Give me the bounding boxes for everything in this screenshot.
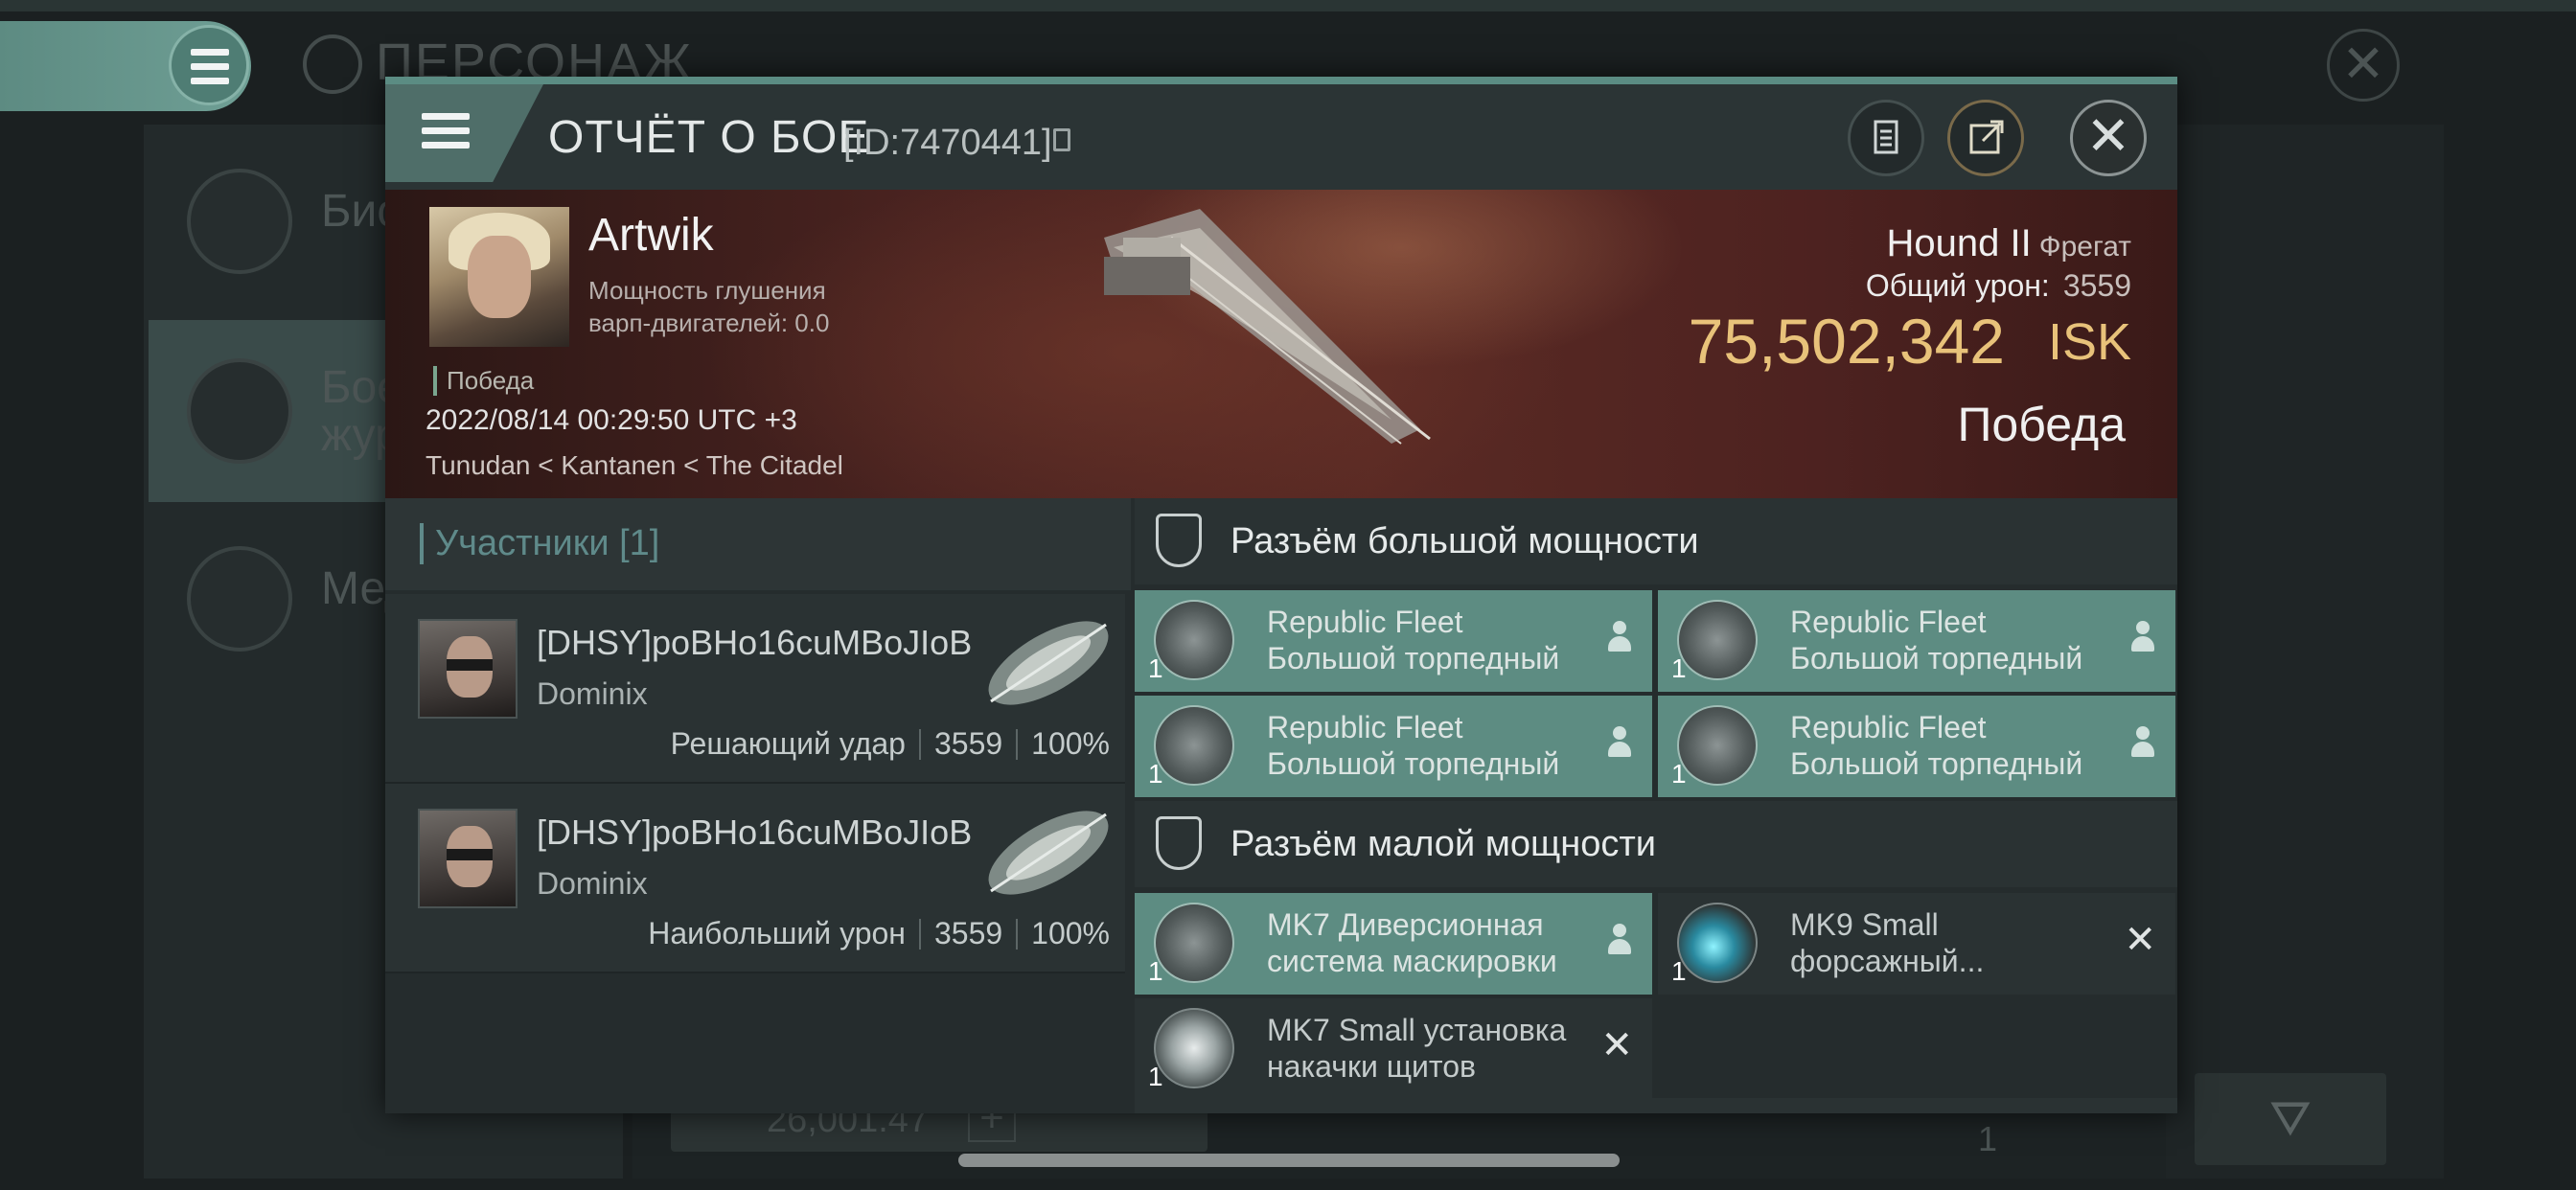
module-item[interactable]: 1 MK9 Small форсажный... ✕ xyxy=(1658,893,2175,995)
isk-value: 75,502,342 xyxy=(1688,306,2005,377)
list-icon xyxy=(187,169,292,274)
participants-panel: Участники [1] [DHSY]poBHo16cuMBoJIoB Dom… xyxy=(385,498,1131,1113)
participant-avatar[interactable] xyxy=(418,809,518,908)
share-icon xyxy=(1969,120,2004,154)
person-icon xyxy=(2131,726,2154,761)
cloaking-device-icon xyxy=(1154,903,1234,983)
shield-booster-icon xyxy=(1154,1008,1234,1088)
ship-name[interactable]: Hound II Фрегат xyxy=(1887,222,2131,265)
dialog-menu-button[interactable] xyxy=(385,84,543,182)
participant-name: [DHSY]poBHo16cuMBoJIoB xyxy=(537,812,973,852)
victim-avatar[interactable] xyxy=(429,207,569,347)
participant-stats: Решающий удар 3559 100% xyxy=(670,726,1110,761)
total-damage: Общий урон: 3559 xyxy=(1865,268,2131,303)
participant-name: [DHSY]poBHo16cuMBoJIoB xyxy=(537,623,973,662)
close-button[interactable]: ✕ xyxy=(2070,100,2147,176)
participant-row[interactable]: [DHSY]poBHo16cuMBoJIoB Dominix Наибольши… xyxy=(385,784,1125,973)
high-slots-header: Разъём большой мощности xyxy=(1135,498,2177,584)
participant-ship: Dominix xyxy=(537,676,648,711)
participant-ship-image xyxy=(988,811,1109,895)
module-item[interactable]: 1 Republic Fleet Большой торпедный ... xyxy=(1658,590,2175,712)
afterburner-icon xyxy=(1677,903,1758,983)
person-icon xyxy=(2131,621,2154,655)
participant-row[interactable]: [DHSY]poBHo16cuMBoJIoB Dominix Решающий … xyxy=(385,594,1125,784)
dialog-title: ОТЧЁТ О БОЕ xyxy=(548,112,870,163)
bg-right-panel xyxy=(2166,125,2444,1179)
module-item[interactable]: 1 MK7 Small установка накачки щитов ✕ xyxy=(1135,998,1652,1100)
status-strip xyxy=(0,0,2576,11)
isk-unit: ISK xyxy=(2047,313,2131,371)
menu-icon xyxy=(191,49,229,92)
battle-location[interactable]: Tunudan < Kantanen < The Citadel xyxy=(426,450,843,481)
character-icon xyxy=(303,34,362,94)
bg-menu-button[interactable] xyxy=(169,25,249,105)
participant-ship-image xyxy=(988,621,1109,705)
torpedo-launcher-icon xyxy=(1677,600,1758,680)
low-slots-header: Разъём малой мощности xyxy=(1135,801,2177,887)
person-icon xyxy=(1608,621,1631,655)
notes-button[interactable] xyxy=(1848,100,1924,176)
module-item[interactable]: 1 MK7 Диверсионная система маскировки xyxy=(1135,893,1652,995)
fittings-panel: Разъём большой мощности 1 Republic Fleet… xyxy=(1135,498,2177,1113)
battle-report-dialog: ОТЧЁТ О БОЕ [ID:7470441] ✕ Artwik Мощнос… xyxy=(385,77,2177,1113)
destroyed-x-icon: ✕ xyxy=(2124,919,2156,961)
participants-header: Участники [1] xyxy=(385,498,1131,590)
participants-title: Участники [1] xyxy=(420,523,659,564)
module-item[interactable]: 1 Republic Fleet Большой торпедный ... xyxy=(1658,696,2175,817)
close-icon: ✕ xyxy=(2085,105,2131,166)
result-tag: Победа xyxy=(433,366,534,396)
module-item[interactable]: 1 Republic Fleet Большой торпедный ... xyxy=(1135,590,1652,712)
menu-icon xyxy=(422,113,470,156)
victim-name[interactable]: Artwik xyxy=(588,209,714,262)
low-slots-title: Разъём малой мощности xyxy=(1230,824,1656,864)
person-icon xyxy=(1608,924,1631,958)
participant-avatar[interactable] xyxy=(418,619,518,719)
high-slots-title: Разъём большой мощности xyxy=(1230,521,1699,561)
participant-stats: Наибольший урон 3559 100% xyxy=(648,916,1110,950)
victim-banner: Artwik Мощность глушения варп-двигателей… xyxy=(385,190,2177,498)
star-icon xyxy=(187,546,292,652)
participant-ship: Dominix xyxy=(537,866,648,901)
ship-class: Фрегат xyxy=(2038,231,2131,263)
shield-icon xyxy=(1156,514,1202,567)
shield-icon xyxy=(1156,816,1202,870)
swords-icon xyxy=(187,358,292,464)
copy-icon[interactable] xyxy=(1053,128,1070,151)
ship-image[interactable] xyxy=(1075,199,1439,448)
torpedo-launcher-icon xyxy=(1154,705,1234,786)
share-button[interactable] xyxy=(1947,100,2024,176)
dialog-header: ОТЧЁТ О БОЕ [ID:7470441] ✕ xyxy=(385,84,2177,190)
home-indicator[interactable] xyxy=(958,1154,1620,1167)
destroyed-x-icon: ✕ xyxy=(1600,1024,1633,1066)
module-item[interactable]: 1 Republic Fleet Большой торпедный ... xyxy=(1135,696,1652,817)
notes-icon xyxy=(1874,120,1898,154)
report-id: [ID:7470441] xyxy=(843,123,1052,163)
filter-icon[interactable]: ⛛ xyxy=(2195,1073,2386,1165)
person-icon xyxy=(1608,726,1631,761)
battle-time: 2022/08/14 00:29:50 UTC +3 xyxy=(426,404,797,436)
torpedo-launcher-icon xyxy=(1154,600,1234,680)
bg-close-button[interactable]: ✕ xyxy=(2327,29,2400,102)
bg-count: 1 xyxy=(1978,1119,1998,1158)
battle-outcome: Победа xyxy=(1957,398,2126,451)
warp-disruption-strength: Мощность глушения варп-двигателей: 0.0 xyxy=(588,276,830,337)
next-section-header xyxy=(1135,1098,2177,1113)
torpedo-launcher-icon xyxy=(1677,705,1758,786)
